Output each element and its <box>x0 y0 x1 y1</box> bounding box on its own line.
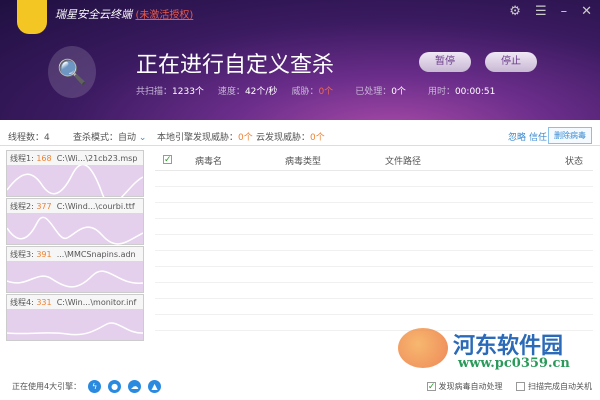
scan-magnifier-icon: 🔍 <box>48 46 96 98</box>
lion-logo-icon <box>17 0 47 34</box>
gear-icon[interactable]: ⚙ <box>509 4 521 19</box>
triangle-engine-icon[interactable]: ▲ <box>148 379 162 393</box>
col-virus-name[interactable]: 病毒名 <box>195 154 285 167</box>
stat-scanned: 共扫描：1233个 <box>136 87 204 97</box>
scan-stats: 共扫描：1233个 速度：42个/秒 威胁：0个 已处理：0个 用时：00:00… <box>136 84 495 97</box>
chevron-down-icon: ⌄ <box>138 133 147 143</box>
thread-panel: 线程1: 168 C:\Wi...\21cb23.msp <box>6 150 144 197</box>
thread-activity-graph <box>7 322 143 336</box>
col-virus-type[interactable]: 病毒类型 <box>285 154 385 167</box>
auto-shutdown-checkbox[interactable] <box>516 381 526 391</box>
lightning-engine-icon[interactable]: ϟ <box>88 379 102 393</box>
menu-icon[interactable]: ☰ <box>535 4 547 19</box>
minimize-icon[interactable]: – <box>561 4 568 19</box>
thread-list: 线程1: 168 C:\Wi...\21cb23.msp 线程2: 377 C:… <box>6 150 144 342</box>
pause-button[interactable]: 暂停 <box>419 52 471 72</box>
thread-count: 线程数：4 <box>8 133 50 143</box>
engines-label: 正在使用4大引擎： <box>12 381 82 391</box>
select-all-checkbox[interactable]: ✓ <box>163 155 172 165</box>
thread-activity-graph <box>7 216 143 245</box>
footer: 正在使用4大引擎： ϟ ● ☁ ▲ ✓ 发现病毒自动处理 扫描完成自动关机 <box>0 372 600 400</box>
auto-handle-checkbox[interactable]: ✓ <box>426 381 436 391</box>
watermark: 河东软件园 www.pc0359.cn <box>398 328 570 371</box>
scan-mode-dropdown[interactable]: 查杀模式：自动 ⌄ <box>73 130 146 143</box>
watermark-logo-icon <box>398 328 448 368</box>
thread-activity-graph <box>7 165 143 197</box>
thread-activity-graph <box>7 270 143 288</box>
stop-button[interactable]: 停止 <box>485 52 537 72</box>
virus-table: ✓ 病毒名 病毒类型 文件路径 状态 <box>155 150 593 340</box>
close-icon[interactable]: ✕ <box>581 4 592 19</box>
thread-panel: 线程3: 391 ...\MMCSnapins.adn <box>6 246 144 293</box>
trust-link[interactable]: 信任 <box>529 130 547 143</box>
thread-panel: 线程4: 331 C:\Win...\monitor.inf <box>6 294 144 341</box>
col-status[interactable]: 状态 <box>565 154 583 167</box>
stat-handled: 已处理：0个 <box>355 87 406 97</box>
unactivated-link[interactable]: (未激活授权) <box>136 10 194 21</box>
cloud-engine-icon[interactable]: ☁ <box>128 379 142 393</box>
auto-handle-option[interactable]: ✓ 发现病毒自动处理 <box>426 381 502 392</box>
user-engine-icon[interactable]: ● <box>108 379 122 393</box>
table-header: ✓ 病毒名 病毒类型 文件路径 状态 <box>155 150 593 171</box>
local-threats: 本地引擎发现威胁：0个 <box>157 133 253 143</box>
header: 瑞星安全云终端 (未激活授权) ⚙ ☰ – ✕ 🔍 正在进行自定义查杀 共扫描：… <box>0 0 600 120</box>
auto-shutdown-option[interactable]: 扫描完成自动关机 <box>516 381 592 392</box>
cloud-threats: 云发现威胁：0个 <box>256 133 325 143</box>
app-name: 瑞星安全云终端 <box>55 8 132 21</box>
col-file-path[interactable]: 文件路径 <box>385 154 565 167</box>
ignore-link[interactable]: 忽略 <box>508 130 526 143</box>
scan-title: 正在进行自定义查杀 <box>136 53 335 78</box>
stat-time: 用时：00:00:51 <box>427 87 496 97</box>
stat-threats: 威胁：0个 <box>291 87 334 97</box>
app-title: 瑞星安全云终端 (未激活授权) <box>55 6 193 22</box>
thread-panel: 线程2: 377 C:\Wind...\courbi.ttf <box>6 198 144 245</box>
stat-speed: 速度：42个/秒 <box>217 87 278 97</box>
delete-virus-button[interactable]: 删除病毒 <box>548 127 592 144</box>
